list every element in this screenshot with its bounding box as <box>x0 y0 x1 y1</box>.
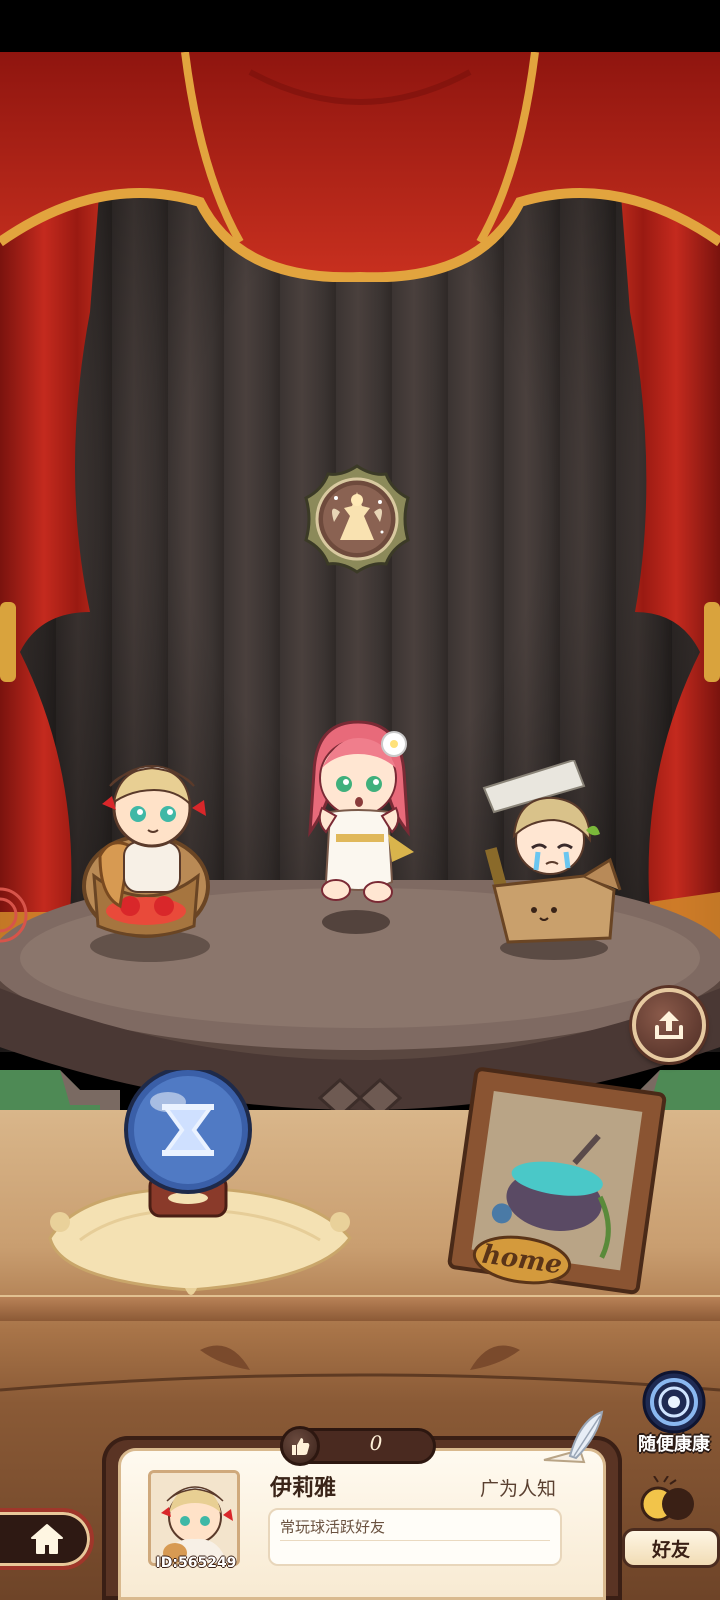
home-icon <box>31 1524 63 1554</box>
player-id: ID:565249 <box>155 1555 237 1571</box>
status-bar <box>0 0 720 52</box>
top-valance <box>0 52 720 282</box>
player-name: 伊莉雅 <box>270 1476 337 1501</box>
pink-hair-character[interactable] <box>296 712 426 942</box>
table-carving <box>0 1345 720 1392</box>
player-avatar[interactable] <box>148 1470 240 1566</box>
fame-level: 广为人知 <box>480 1478 557 1500</box>
side-ring-icon <box>0 887 28 943</box>
thumbs-up-icon[interactable] <box>280 1426 320 1466</box>
fairy-emblem-icon[interactable] <box>300 462 414 576</box>
bio-text: 常玩球活跃好友 <box>280 1518 386 1536</box>
share-icon <box>655 1011 683 1039</box>
home-button[interactable] <box>0 1508 94 1570</box>
maid-character[interactable] <box>80 746 220 966</box>
avatar-portrait <box>151 1473 237 1563</box>
bio-divider <box>280 1540 550 1541</box>
hourglass-orb[interactable] <box>20 1070 370 1330</box>
box-character[interactable] <box>474 760 624 960</box>
share-button[interactable] <box>632 988 706 1062</box>
quill-icon[interactable] <box>540 1410 610 1470</box>
stage-scene: home 随便康康 好友 ID:565249 伊莉雅 广为人知 常玩球活跃好友 … <box>0 0 720 1600</box>
friends-icon <box>640 1476 694 1522</box>
home-frame[interactable]: home <box>432 1060 672 1310</box>
random-visit-button[interactable]: 随便康康 <box>628 1370 720 1476</box>
friends-label: 好友 <box>622 1528 720 1568</box>
likes-count: 0 <box>369 1431 383 1455</box>
friends-button[interactable]: 好友 <box>618 1476 720 1580</box>
random-visit-label: 随便康康 <box>638 1434 710 1455</box>
